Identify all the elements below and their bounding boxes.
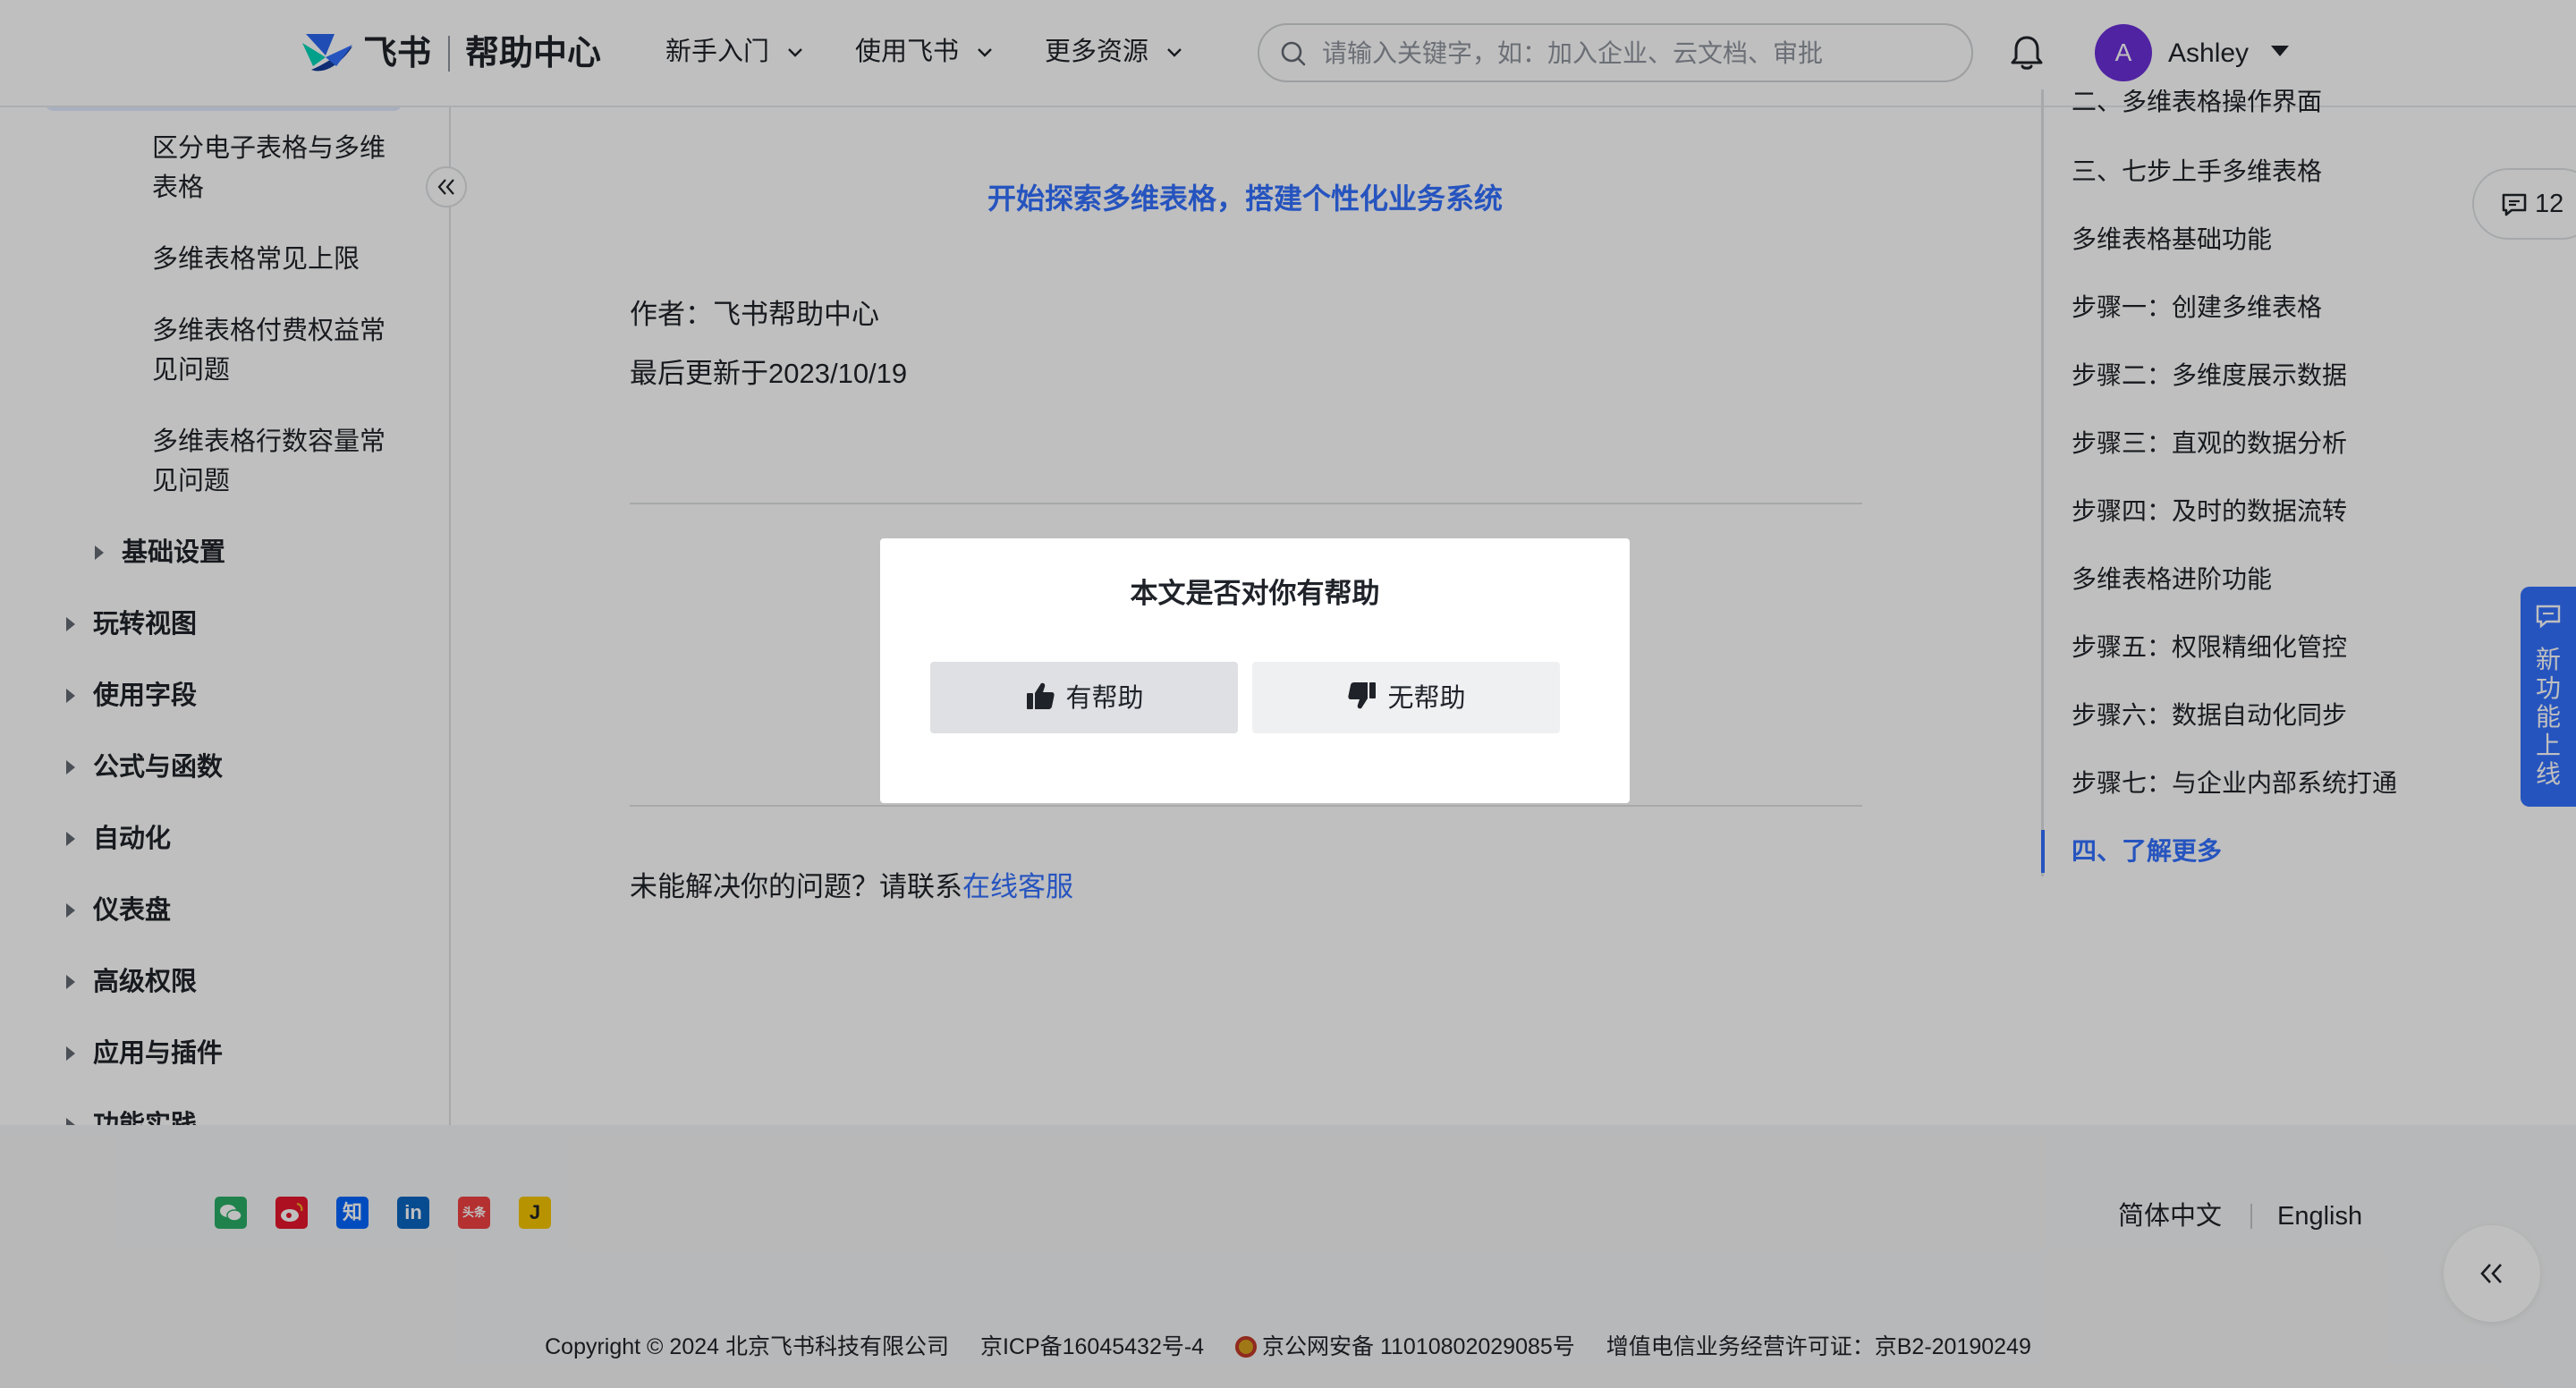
not-helpful-button[interactable]: 无帮助: [1252, 662, 1560, 733]
dialog-title: 本文是否对你有帮助: [1130, 578, 1380, 609]
not-helpful-label: 无帮助: [1387, 683, 1466, 713]
thumbs-down-icon: [1348, 681, 1377, 708]
thumbs-up-icon: [1027, 682, 1055, 709]
helpful-button[interactable]: 有帮助: [930, 662, 1238, 733]
feedback-dialog: 本文是否对你有帮助 有帮助 无帮助: [880, 538, 1630, 803]
helpful-label: 有帮助: [1065, 683, 1144, 713]
